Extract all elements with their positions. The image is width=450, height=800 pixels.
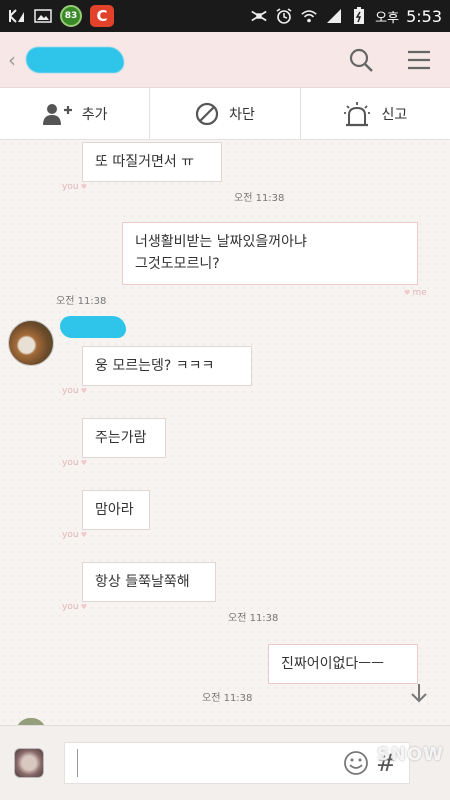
- message-input[interactable]: [78, 743, 341, 783]
- header-actions: [346, 45, 442, 75]
- message-input-container[interactable]: #: [64, 742, 410, 784]
- status-left: 83 C: [8, 5, 114, 27]
- message-bubble-you[interactable]: 웅 모르는뎅? ㅋㅋㅋ: [82, 346, 252, 387]
- message-text: 웅 모르는뎅? ㅋㅋㅋ: [95, 358, 215, 374]
- message-time: 오전 11:38: [234, 193, 285, 204]
- message-bubble-you[interactable]: 맘아라: [82, 490, 150, 531]
- message-text: 진짜어이없다ㅡㅡ: [281, 656, 385, 672]
- block-label: 차단: [229, 106, 255, 123]
- search-button[interactable]: [346, 45, 376, 75]
- emoticon-button[interactable]: [341, 748, 371, 778]
- battery-icon: [350, 7, 368, 25]
- add-friend-icon: [42, 103, 72, 125]
- you-tag: you: [62, 386, 87, 396]
- report-siren-icon: [344, 101, 371, 126]
- arrow-down-icon: [411, 684, 427, 703]
- signal-k-icon: [8, 7, 26, 25]
- message-text: 항상 들쭉날쭉해: [95, 574, 190, 590]
- hamburger-menu-icon: [408, 50, 430, 69]
- friend-action-bar: 추가 차단 신고: [0, 88, 450, 140]
- you-tag: you: [62, 458, 87, 468]
- message-bubble-you[interactable]: 또 따질거면서 ㅠ: [82, 142, 222, 183]
- partial-avatar: [16, 718, 46, 725]
- search-icon: [349, 48, 373, 72]
- mute-icon: [250, 7, 268, 25]
- report-button[interactable]: 신고: [301, 88, 450, 139]
- message-text: 맘아라: [95, 502, 134, 518]
- you-tag: you: [62, 602, 87, 612]
- contact-avatar[interactable]: [8, 320, 54, 366]
- message-bubble-me[interactable]: 너생활비받는 날짜있을꺼아냐 그것도모르니?: [122, 222, 418, 285]
- notification-badge-icon: 83: [60, 5, 82, 27]
- message-text: 또 따질거면서 ㅠ: [95, 154, 195, 170]
- scroll-to-bottom-button[interactable]: [404, 678, 434, 708]
- back-arrow-icon[interactable]: ‹: [8, 48, 22, 72]
- message-text-line2: 그것도모르니?: [135, 256, 220, 273]
- block-icon: [196, 102, 219, 125]
- status-right: 오후 5:53: [250, 7, 442, 26]
- cell-signal-icon: [325, 7, 343, 25]
- me-tag: me: [404, 288, 427, 298]
- message-text: 주는가람: [95, 430, 147, 446]
- message-time: 오전 11:38: [56, 296, 107, 307]
- chat-message-area[interactable]: 또 따질거면서 ㅠ you 오전 11:38 너생활비받는 날짜있을꺼아냐 그것…: [0, 140, 450, 725]
- snow-watermark: SNOW: [376, 744, 444, 765]
- smiley-icon: [344, 751, 368, 775]
- status-time: 5:53: [406, 6, 442, 26]
- contact-name-redacted: [26, 46, 124, 73]
- menu-button[interactable]: [404, 45, 434, 75]
- report-label: 신고: [381, 106, 408, 123]
- message-time: 오전 11:38: [202, 693, 253, 704]
- attachment-button[interactable]: [14, 748, 44, 778]
- message-bubble-you[interactable]: 주는가람: [82, 418, 166, 459]
- status-ampm: 오후: [375, 10, 400, 26]
- alarm-icon: [275, 7, 293, 25]
- you-tag: you: [62, 530, 87, 540]
- app-c-icon: C: [90, 5, 114, 27]
- message-bubble-you[interactable]: 항상 들쭉날쭉해: [82, 562, 216, 603]
- add-friend-button[interactable]: 추가: [0, 88, 151, 139]
- add-friend-label: 추가: [81, 106, 108, 123]
- chat-header: ‹: [0, 32, 450, 88]
- you-tag: you: [62, 182, 87, 192]
- status-bar: 83 C 오후 5:53: [0, 0, 450, 32]
- message-text-line1: 너생활비받는 날짜있을꺼아냐: [135, 234, 307, 250]
- message-bubble-me[interactable]: 진짜어이없다ㅡㅡ: [268, 644, 418, 685]
- message-time: 오전 11:38: [228, 613, 279, 624]
- sender-name-redacted: [60, 316, 126, 338]
- gallery-icon: [34, 7, 52, 25]
- block-button[interactable]: 차단: [150, 88, 301, 139]
- wifi-icon: [300, 7, 318, 25]
